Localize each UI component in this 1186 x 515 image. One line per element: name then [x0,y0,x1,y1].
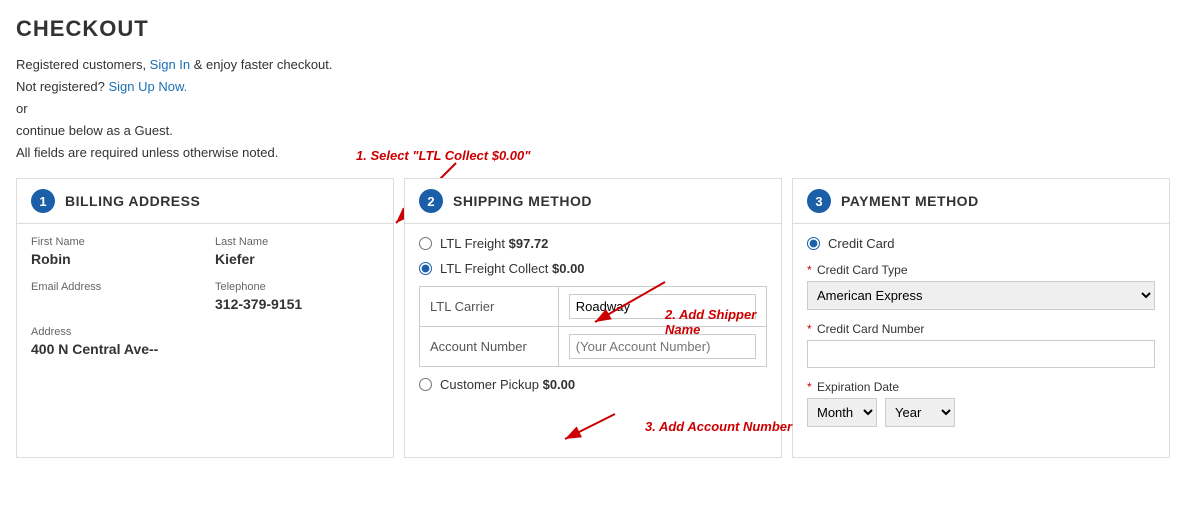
annotation-3: 3. Add Account Number [645,419,792,434]
annotation-3-container: 3. Add Account Number [585,409,732,424]
telephone-value: 312-379-9151 [215,296,379,312]
billing-section-title: BILLING ADDRESS [65,193,200,209]
shipping-section-title: SHIPPING METHOD [453,193,592,209]
last-name-label: Last Name [215,236,379,248]
payment-section-title: PAYMENT METHOD [841,193,979,209]
billing-address-section: 1 BILLING ADDRESS First Name Robin Last … [16,178,394,458]
exp-date-label: Expiration Date [817,380,899,394]
ltl-freight-label: LTL Freight $97.72 [440,236,548,251]
cc-type-required-star: * [807,263,812,277]
annotation-2: 2. Add Shipper Name [665,307,791,337]
ltl-freight-collect-radio[interactable] [419,262,432,275]
credit-card-radio[interactable] [807,237,820,250]
billing-section-number: 1 [31,189,55,213]
shipping-method-section: 2 SHIPPING METHOD LTL Freight $97.72 LTL… [404,178,782,458]
exp-date-required-star: * [807,380,812,394]
cc-type-select[interactable]: American Express Visa Mastercard Discove… [807,281,1155,310]
payment-section-number: 3 [807,189,831,213]
cc-type-label: Credit Card Type [817,263,908,277]
annotation-arrow-2 [575,277,675,337]
exp-year-select[interactable]: Year [885,398,955,427]
sign-up-link[interactable]: Sign Up Now. [109,79,188,94]
telephone-label: Telephone [215,281,379,293]
payment-method-section: 3 PAYMENT METHOD Credit Card * Credit Ca… [792,178,1170,458]
sign-in-link[interactable]: Sign In [150,57,190,72]
cc-number-required-star: * [807,322,812,336]
customer-pickup-radio[interactable] [419,378,432,391]
address-label: Address [31,326,379,338]
customer-pickup-label: Customer Pickup $0.00 [440,377,575,392]
first-name-value: Robin [31,251,195,267]
cc-number-label: Credit Card Number [817,322,924,336]
ltl-freight-collect-label: LTL Freight Collect $0.00 [440,261,585,276]
ltl-freight-radio[interactable] [419,237,432,250]
account-label: Account Number [420,327,559,367]
email-label: Email Address [31,281,195,293]
credit-card-label: Credit Card [828,236,894,251]
first-name-label: First Name [31,236,195,248]
cc-number-input[interactable] [807,340,1155,368]
intro-text: Registered customers, Sign In & enjoy fa… [16,54,1170,164]
exp-month-select[interactable]: Month [807,398,877,427]
carrier-label: LTL Carrier [420,287,559,327]
annotation-2-container: 2. Add Shipper Name [655,327,781,357]
last-name-value: Kiefer [215,251,379,267]
shipping-section-number: 2 [419,189,443,213]
annotation-arrow-3 [555,409,635,459]
page-title: CHECKOUT [16,16,1170,42]
address-value: 400 N Central Ave-- [31,341,379,357]
